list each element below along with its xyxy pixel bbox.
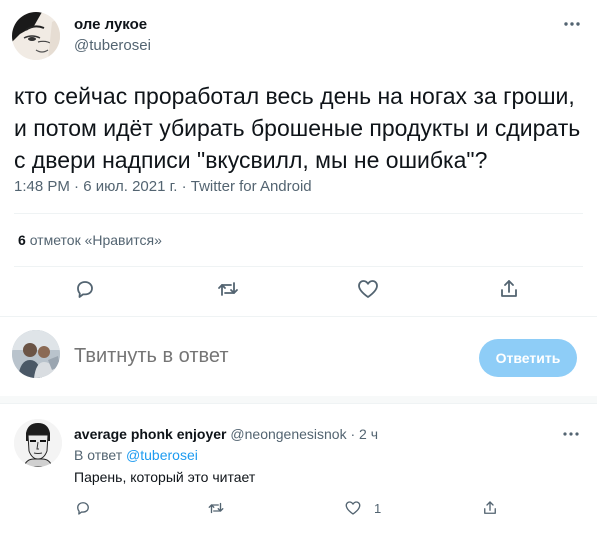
current-user-avatar-image	[12, 330, 60, 378]
divider	[14, 213, 583, 214]
more-horizontal-icon[interactable]	[561, 424, 581, 444]
reply-time[interactable]: 2 ч	[359, 426, 378, 442]
reply-bubble-icon[interactable]	[73, 277, 97, 301]
replying-to-prefix: В ответ	[74, 447, 123, 463]
author-avatar[interactable]	[12, 12, 60, 60]
tweet-text: кто сейчас проработал весь день на ногах…	[14, 83, 581, 173]
current-user-avatar[interactable]	[12, 330, 60, 378]
author-avatar-image	[12, 12, 60, 60]
likes-label: отметок «Нравится»	[29, 232, 162, 248]
reply-text: Парень, который это читает	[74, 469, 256, 485]
reply-bubble-icon[interactable]	[74, 499, 92, 517]
replying-to-handle[interactable]: @tuberosei	[126, 447, 198, 463]
divider	[0, 316, 597, 317]
reply-separator: ·	[350, 426, 356, 442]
likes-count-row[interactable]: 6 отметок «Нравится»	[18, 232, 162, 248]
reply-input[interactable]	[74, 345, 454, 368]
reply-header: average phonk enjoyer @neongenesisnok · …	[74, 426, 378, 442]
reply-author-avatar[interactable]	[14, 419, 62, 467]
tweet-timestamp[interactable]: 1:48 PM · 6 июл. 2021 г. · Twitter for A…	[14, 178, 312, 195]
retweet-icon[interactable]	[216, 277, 240, 301]
reply-author-handle[interactable]: @neongenesisnok	[230, 426, 346, 442]
divider	[14, 266, 583, 267]
reply-author-avatar-image	[14, 419, 62, 467]
likes-count: 6	[18, 232, 26, 248]
replying-to: В ответ @tuberosei	[74, 447, 198, 463]
more-horizontal-icon[interactable]	[562, 14, 582, 34]
share-icon[interactable]	[497, 277, 521, 301]
reply-button[interactable]: Ответить	[479, 339, 577, 377]
share-icon[interactable]	[481, 499, 499, 517]
section-separator	[0, 396, 597, 404]
heart-icon[interactable]	[344, 499, 362, 517]
reply-like-count: 1	[374, 501, 382, 516]
retweet-icon[interactable]	[207, 499, 225, 517]
heart-icon[interactable]	[356, 277, 380, 301]
reply-author-name[interactable]: average phonk enjoyer	[74, 426, 227, 442]
author-handle[interactable]: @tuberosei	[74, 37, 151, 54]
author-name[interactable]: оле лукое	[74, 16, 147, 33]
